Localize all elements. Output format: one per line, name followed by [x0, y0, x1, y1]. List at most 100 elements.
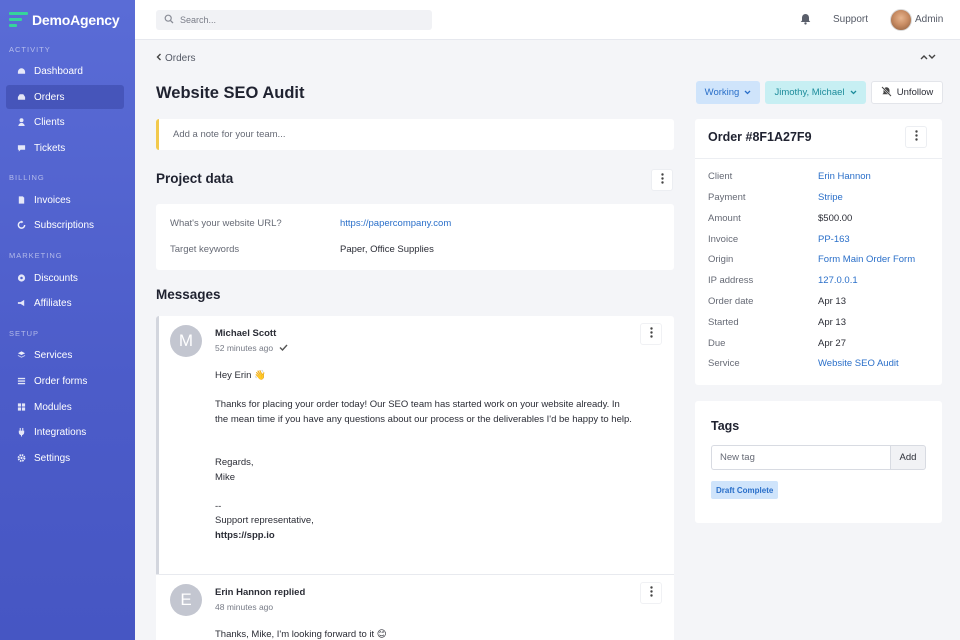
record-nav [920, 52, 936, 62]
order-row-label: Due [708, 338, 726, 349]
message-menu-button[interactable] [640, 323, 662, 345]
project-data-label: What's your website URL? [170, 218, 282, 229]
sidebar-item-subscriptions[interactable]: Subscriptions [6, 213, 124, 237]
sidebar-item-label: Dashboard [34, 65, 83, 77]
nav-section-setup: SETUP [9, 329, 40, 338]
more-vertical-icon [914, 130, 918, 144]
chevron-down-icon[interactable] [928, 52, 936, 62]
sidebar-item-label: Subscriptions [34, 219, 95, 231]
list-icon [17, 377, 26, 386]
sidebar-item-clients[interactable]: Clients [6, 110, 124, 134]
sidebar-item-integrations[interactable]: Integrations [6, 420, 124, 444]
search-box [156, 10, 432, 30]
stack-icon [17, 351, 26, 360]
order-date-value: Apr 13 [818, 296, 846, 307]
nav-section-marketing: MARKETING [9, 251, 63, 260]
sidebar-item-label: Invoices [34, 194, 71, 206]
megaphone-icon [17, 299, 26, 308]
sidebar-item-label: Orders [34, 91, 65, 103]
message-menu-button[interactable] [640, 582, 662, 604]
sidebar-item-settings[interactable]: Settings [6, 446, 124, 470]
sidebar-item-tickets[interactable]: Tickets [6, 136, 124, 160]
payment-link[interactable]: Stripe [818, 192, 843, 203]
assignee-dropdown[interactable]: Jimothy, Michael [765, 81, 866, 104]
order-row-label: Service [708, 358, 740, 369]
nav-section-billing: BILLING [9, 173, 45, 182]
due-value: Apr 27 [818, 338, 846, 349]
sidebar-item-label: Clients [34, 116, 65, 128]
topbar: Support Admin [135, 0, 960, 40]
messages-title: Messages [156, 287, 221, 302]
dashboard-icon [17, 67, 26, 76]
tags-card: Tags Add Draft Complete [695, 401, 942, 523]
add-tag-button[interactable]: Add [890, 445, 926, 470]
target-keywords-value: Paper, Office Supplies [340, 244, 434, 255]
brand[interactable]: DemoAgency [9, 11, 120, 28]
chevron-up-icon[interactable] [920, 52, 928, 62]
sidebar-item-discounts[interactable]: Discounts [6, 266, 124, 290]
service-link[interactable]: Website SEO Audit [818, 358, 899, 369]
discount-icon [17, 274, 26, 283]
tags-title: Tags [711, 419, 740, 433]
sidebar-item-order-forms[interactable]: Order forms [6, 369, 124, 393]
order-menu-button[interactable] [905, 126, 927, 148]
order-row-label: Order date [708, 296, 754, 307]
sidebar-item-label: Services [34, 349, 73, 361]
chevron-left-icon [156, 53, 162, 64]
order-title: Order #8F1A27F9 [708, 130, 812, 144]
search-icon [164, 14, 174, 27]
user-menu-label[interactable]: Admin [915, 14, 943, 25]
sidebar-item-affiliates[interactable]: Affiliates [6, 291, 124, 315]
order-divider [695, 158, 942, 159]
invoice-link[interactable]: PP-163 [818, 234, 850, 245]
order-row-label: Origin [708, 254, 734, 265]
status-dropdown[interactable]: Working [696, 81, 760, 104]
new-tag-input[interactable] [711, 445, 891, 470]
chat-icon [17, 144, 26, 153]
avatar: E [170, 584, 202, 616]
message-regards: Regards, [215, 457, 254, 468]
sidebar-item-label: Integrations [34, 426, 87, 438]
project-data-menu-button[interactable] [651, 169, 673, 191]
plug-icon [17, 427, 26, 437]
messages-card: M Michael Scott 52 minutes ago Hey Erin … [156, 316, 674, 640]
project-data-title: Project data [156, 171, 234, 186]
message-divider [156, 574, 674, 575]
sidebar-item-orders[interactable]: Orders [6, 85, 124, 109]
message-signature-dash: -- [215, 501, 222, 512]
origin-link[interactable]: Form Main Order Form [818, 254, 915, 265]
message-highlight-bar [156, 316, 159, 574]
message-body: Thanks, Mike, I'm looking forward to it … [215, 629, 387, 640]
breadcrumb[interactable]: Orders [156, 53, 196, 64]
user-icon [17, 118, 26, 127]
sidebar-item-dashboard[interactable]: Dashboard [6, 59, 124, 83]
unfollow-button[interactable]: Unfollow [871, 81, 943, 104]
sidebar-item-label: Discounts [34, 272, 78, 284]
sidebar-item-invoices[interactable]: Invoices [6, 188, 124, 212]
project-data-label: Target keywords [170, 244, 240, 255]
brand-name: DemoAgency [32, 11, 120, 28]
sidebar-item-services[interactable]: Services [6, 343, 124, 367]
team-note-input[interactable]: Add a note for your team... [156, 119, 674, 150]
message-greeting: Hey Erin 👋 [215, 370, 266, 381]
signature-link[interactable]: https://spp.io [215, 529, 275, 544]
avatar[interactable] [890, 9, 912, 31]
support-link[interactable]: Support [833, 14, 868, 25]
document-icon [17, 196, 26, 205]
bell-icon[interactable] [800, 13, 811, 28]
client-link[interactable]: Erin Hannon [818, 171, 871, 182]
message-signature-role: Support representative, [215, 515, 314, 526]
website-url-link[interactable]: https://papercompany.com [340, 218, 451, 229]
sidebar-item-modules[interactable]: Modules [6, 395, 124, 419]
page-title: Website SEO Audit [156, 84, 305, 102]
order-row-label: Invoice [708, 234, 739, 245]
chevron-down-icon [850, 87, 857, 98]
message-time: 52 minutes ago [215, 343, 288, 353]
amount-value: $500.00 [818, 213, 853, 224]
tag-chip[interactable]: Draft Complete [711, 481, 779, 499]
ip-address-link[interactable]: 127.0.0.1 [818, 275, 858, 286]
search-input[interactable] [180, 15, 420, 25]
bell-off-icon [881, 85, 892, 100]
team-note-placeholder: Add a note for your team... [173, 129, 286, 140]
inbox-icon [17, 93, 26, 102]
